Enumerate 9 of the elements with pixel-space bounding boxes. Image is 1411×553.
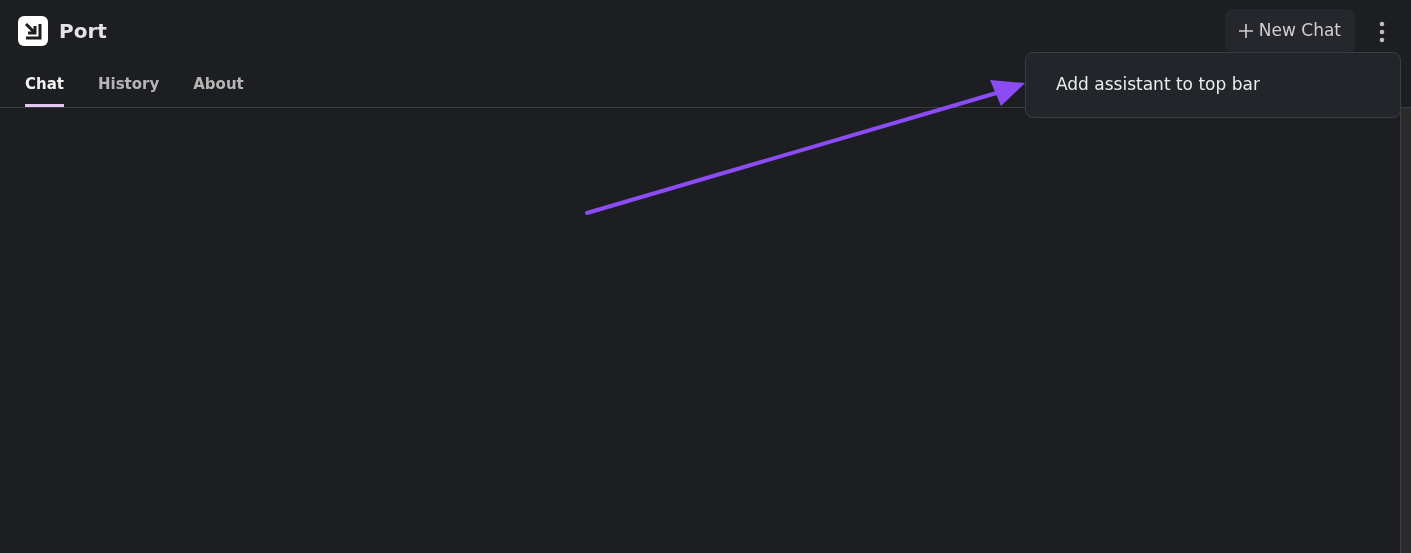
- tab[interactable]: History: [98, 61, 160, 107]
- new-chat-button[interactable]: New Chat: [1224, 9, 1355, 53]
- plus-icon: [1238, 24, 1253, 38]
- menu-item[interactable]: Add assistant to top bar: [1056, 72, 1260, 98]
- kebab-menu-icon: [1379, 20, 1385, 43]
- tab[interactable]: Chat: [25, 61, 64, 107]
- app-title: Port: [59, 18, 107, 45]
- tab[interactable]: About: [193, 61, 244, 107]
- logo-icon: [18, 16, 48, 46]
